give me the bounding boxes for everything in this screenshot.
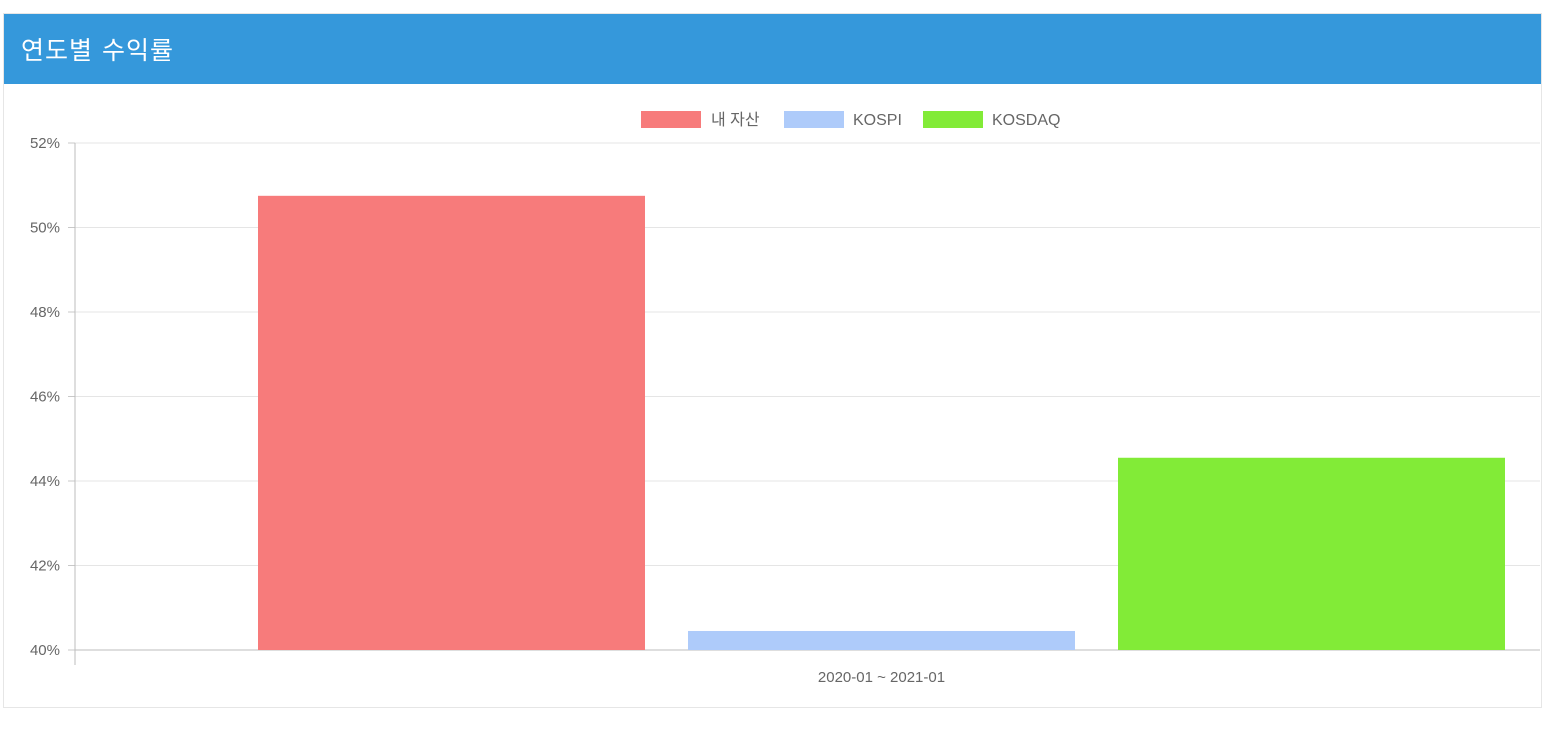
bar-3[interactable] — [1118, 457, 1505, 650]
x-tick-label: 2020-01 ~ 2021-01 — [818, 669, 945, 686]
y-tick-label: 50% — [30, 220, 60, 237]
legend-label: 내 자산 — [711, 111, 760, 129]
y-tick-label: 40% — [30, 642, 60, 659]
bar-1[interactable] — [258, 195, 645, 650]
x-tick-labels: 2020-01 ~ 2021-01 — [818, 669, 945, 686]
y-tick-label: 48% — [30, 304, 60, 321]
bar-chart: 40%42%44%46%48%50%52% 2020-01 ~ 2021-01 … — [30, 111, 1540, 686]
legend-item-3[interactable]: KOSDAQ — [923, 111, 1060, 129]
legend-swatch — [784, 111, 844, 128]
bars — [258, 195, 1505, 650]
legend-label: KOSPI — [853, 112, 902, 129]
legend-swatch — [923, 111, 983, 128]
chart-area: 40% 42% 44% 46% 48% 50% 52% 2020-01 ~ 2021-01 … — [0, 0, 1542, 726]
y-tick-label: 46% — [30, 389, 60, 406]
y-tick-label: 42% — [30, 558, 60, 575]
y-tick-label: 52% — [30, 135, 60, 152]
legend-item-2[interactable]: KOSPI — [784, 111, 902, 129]
y-tick-label: 44% — [30, 473, 60, 490]
y-tick-labels: 40% 42% 44% 46% 48% 50% 52% — [30, 135, 60, 659]
bar-2[interactable] — [688, 630, 1075, 650]
legend: 내 자산 KOSPI KOSDAQ — [641, 111, 1060, 129]
legend-label: KOSDAQ — [992, 112, 1060, 129]
legend-swatch — [641, 111, 701, 128]
legend-item-1[interactable]: 내 자산 — [641, 111, 760, 129]
